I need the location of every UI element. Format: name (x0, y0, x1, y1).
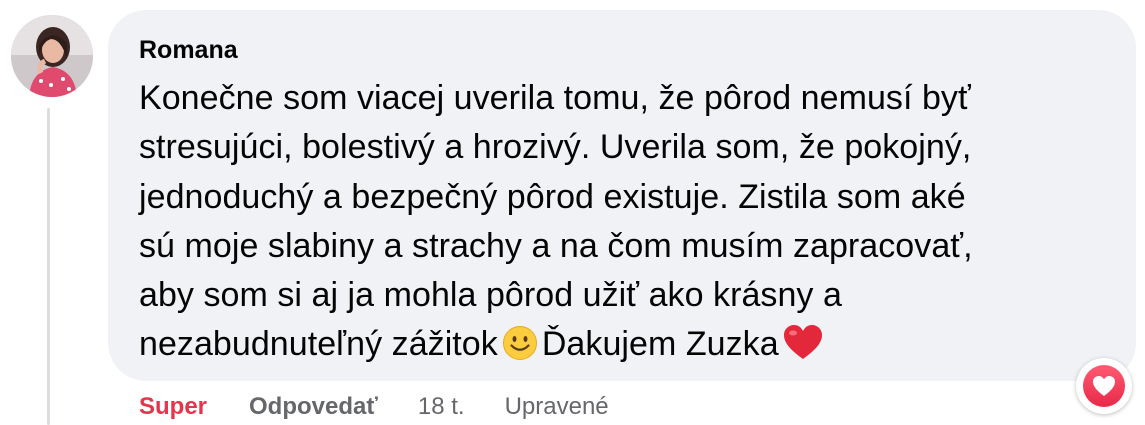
edited-label[interactable]: Upravené (505, 390, 609, 424)
love-reaction-badge[interactable] (1076, 358, 1132, 414)
comment-bubble: Romana Konečne som viacej uverila tomu, … (108, 10, 1136, 381)
timestamp[interactable]: 18 t. (418, 390, 465, 424)
comment-line: aby som si aj ja mohla pôrod užiť ako kr… (139, 276, 842, 315)
reply-button[interactable]: Odpovedať (249, 390, 378, 424)
smiling-face-emoji (502, 325, 538, 375)
comment-line: jednoduchý a bezpečný pôrod existuje. Zi… (139, 177, 966, 216)
comment-line: sú moje slabiny a strachy a na čom musím… (139, 226, 973, 265)
react-button[interactable]: Super (139, 390, 207, 424)
comment-line-last: nezabudnuteľný zážitok Ďakujem Zuzka (139, 320, 1106, 375)
avatar-photo (11, 15, 93, 97)
red-heart-emoji (783, 325, 823, 375)
comment-text: Konečne som viacej uverila tomu, že pôro… (139, 74, 1106, 376)
comment: Romana Konečne som viacej uverila tomu, … (0, 0, 1145, 425)
love-reaction-icon (1083, 365, 1125, 407)
comment-line-part: Ďakujem Zuzka (541, 325, 779, 364)
thread-line (47, 108, 50, 425)
comment-line: stresujúci, bolestivý a hrozivý. Uverila… (139, 128, 972, 167)
comment-line-part: nezabudnuteľný zážitok (139, 325, 498, 364)
comment-line: Konečne som viacej uverila tomu, že pôro… (139, 79, 971, 117)
avatar[interactable] (11, 15, 93, 97)
comment-author[interactable]: Romana (139, 34, 1106, 66)
comment-actions: Super Odpovedať 18 t. Upravené (139, 390, 609, 424)
